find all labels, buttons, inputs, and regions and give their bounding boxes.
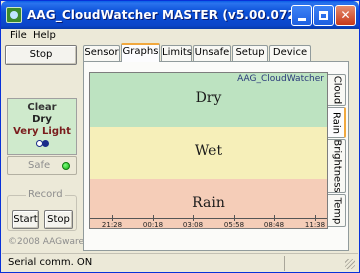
menu-file[interactable]: File <box>10 30 27 41</box>
indicator-dot-filled-icon <box>42 140 49 147</box>
side-tab-brightness-label: Brightness <box>331 139 342 193</box>
x-axis-tick-label: 08:48 <box>263 221 285 229</box>
side-tab-temp-label: Temp <box>331 197 342 224</box>
band-label-rain: Rain <box>192 195 225 211</box>
app-window: AAG_CloudWatcher MASTER (v5.00.072) ✕ Fi… <box>0 0 360 273</box>
copyright-text: ©2008 AAGware <box>8 237 85 247</box>
record-stop-button[interactable]: Stop <box>44 210 73 229</box>
band-label-dry: Dry <box>195 90 222 106</box>
x-axis-tick-label: 03:08 <box>182 221 204 229</box>
resize-grip-icon[interactable] <box>345 259 355 269</box>
menu-bar: File Help <box>2 29 358 44</box>
tab-device[interactable]: Device <box>269 45 311 61</box>
light-status: Very Light <box>13 126 71 137</box>
rain-graph: Dry Wet Rain AAG_CloudWatcher 21:28 00:18… <box>89 72 328 229</box>
serial-status: Serial comm. ON <box>8 257 93 268</box>
stop-button[interactable]: Stop <box>5 45 77 65</box>
indicator-dots <box>8 139 76 148</box>
safe-led-icon <box>62 162 70 170</box>
tab-graphs[interactable]: Graphs <box>121 43 160 62</box>
record-group: Record Start Stop <box>7 189 77 231</box>
status-separator <box>284 256 285 271</box>
minimize-button[interactable] <box>291 5 312 26</box>
tab-sensor[interactable]: Sensor <box>83 45 120 61</box>
side-tab-brightness[interactable]: Brightness <box>328 139 346 193</box>
safe-indicator: Safe <box>7 156 77 175</box>
close-button[interactable]: ✕ <box>335 5 356 26</box>
side-tab-cloud[interactable]: Cloud <box>328 74 346 106</box>
menu-help[interactable]: Help <box>33 30 56 41</box>
conditions-status-box: Clear Dry Very Light <box>7 98 77 155</box>
side-tab-cloud-label: Cloud <box>331 75 342 105</box>
graph-watermark: AAG_CloudWatcher <box>237 74 324 84</box>
tab-unsafe[interactable]: Unsafe <box>193 45 231 61</box>
minimize-icon <box>298 18 306 21</box>
app-icon <box>6 7 22 23</box>
x-axis-tick-label: 21:28 <box>101 221 123 229</box>
band-label-wet: Wet <box>194 143 223 159</box>
x-axis-tick-label: 00:18 <box>142 221 164 229</box>
side-tab-rain-label: Rain <box>330 111 342 134</box>
left-panel: Stop Clear Dry Very Light Safe Record St… <box>5 45 84 253</box>
maximize-icon <box>319 11 328 20</box>
side-tab-temp[interactable]: Temp <box>328 194 346 227</box>
x-axis-tick-label: 05:58 <box>223 221 245 229</box>
tab-setup[interactable]: Setup <box>232 45 268 61</box>
safe-label: Safe <box>28 160 51 171</box>
record-label: Record <box>26 189 65 200</box>
x-axis-tick-label: 11:38 <box>304 221 326 229</box>
status-bar: Serial comm. ON <box>2 253 358 272</box>
tab-limits[interactable]: Limits <box>161 45 192 61</box>
window-title: AAG_CloudWatcher MASTER (v5.00.072) <box>27 8 302 22</box>
title-bar[interactable]: AAG_CloudWatcher MASTER (v5.00.072) ✕ <box>1 1 359 29</box>
graphs-panel: Dry Wet Rain AAG_CloudWatcher 21:28 00:18… <box>83 61 349 251</box>
cloud-status: Clear <box>27 102 57 113</box>
maximize-button[interactable] <box>313 5 334 26</box>
side-tab-rain[interactable]: Rain <box>328 107 346 138</box>
record-start-button[interactable]: Start <box>12 210 39 229</box>
x-axis-line <box>90 218 327 219</box>
rain-status: Dry <box>32 114 52 125</box>
